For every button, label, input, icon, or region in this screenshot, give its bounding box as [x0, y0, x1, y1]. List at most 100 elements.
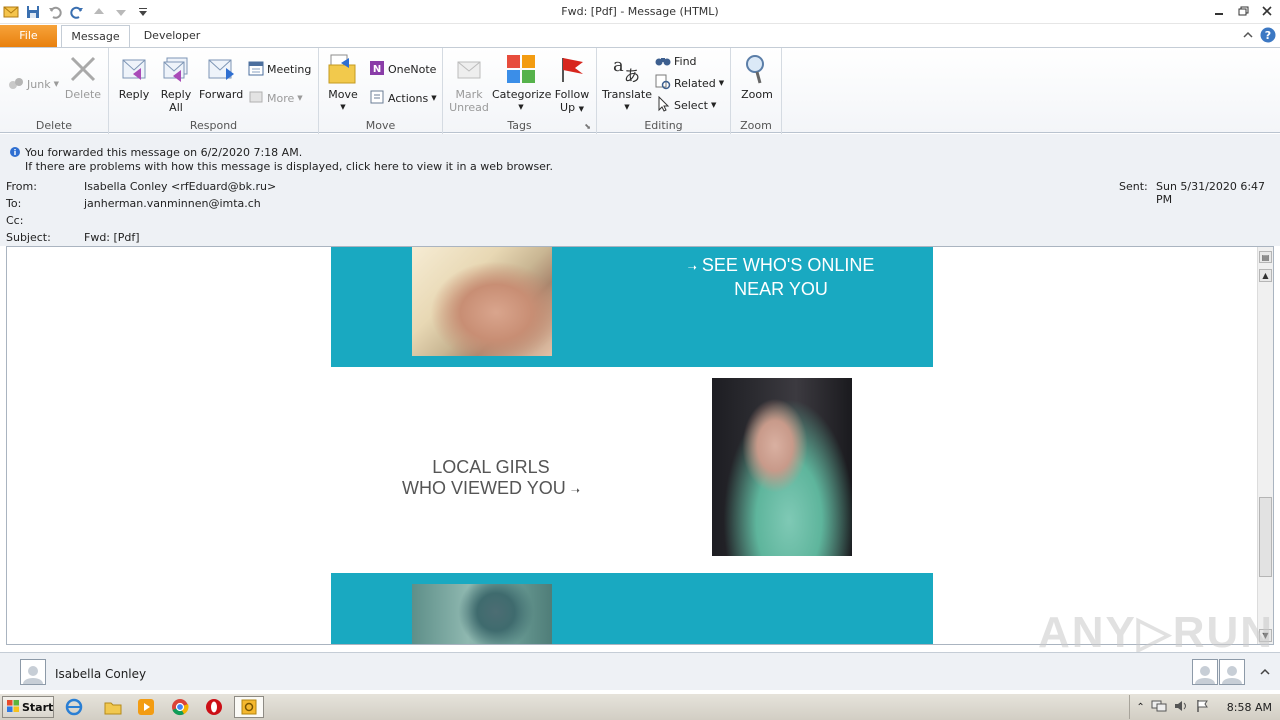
actions-button[interactable]: Actions ▼ — [369, 88, 437, 108]
scroll-thumb[interactable] — [1259, 497, 1272, 577]
group-label-zoom: Zoom — [740, 119, 772, 132]
select-button[interactable]: Select ▼ — [655, 95, 716, 115]
show-hidden-icons-icon[interactable]: ⌃ — [1136, 702, 1144, 713]
find-button[interactable]: Find — [655, 51, 697, 71]
cc-label: Cc: — [6, 214, 24, 227]
group-label-respond: Respond — [189, 119, 238, 132]
follow-up-button[interactable]: Follow Up ▼ — [552, 52, 592, 116]
group-zoom: Zoom Zoom — [731, 48, 782, 134]
mark-unread-button[interactable]: Mark Unread — [449, 52, 489, 114]
clock[interactable]: 8:58 AM — [1227, 701, 1272, 714]
profile-photo[interactable] — [712, 378, 852, 556]
restore-icon[interactable] — [1236, 2, 1250, 20]
delete-label: Delete — [64, 88, 102, 101]
minimize-icon[interactable] — [1212, 2, 1226, 20]
collapse-ribbon-icon[interactable] — [1242, 29, 1254, 44]
group-delete: Junk ▼ Delete Delete — [0, 48, 109, 134]
mark-unread-label-line2: Unread — [449, 101, 489, 114]
related-button[interactable]: Related ▼ — [655, 73, 724, 93]
sent-value: Sun 5/31/2020 6:47 PM — [1156, 180, 1266, 206]
people-pane-name[interactable]: Isabella Conley — [55, 667, 146, 681]
internet-explorer-icon[interactable] — [64, 697, 84, 717]
avatar[interactable] — [1192, 659, 1218, 685]
onenote-button[interactable]: N OneNote — [369, 59, 436, 79]
profile-photo[interactable] — [412, 247, 552, 356]
window-title: Fwd: [Pdf] - Message (HTML) — [561, 5, 719, 18]
group-tags: Mark Unread Categorize ▼ Follow Up ▼ ⬊ T… — [443, 48, 597, 134]
actions-icon — [369, 89, 385, 108]
system-tray: ⌃ 8:58 AM — [1129, 695, 1280, 719]
vertical-scrollbar[interactable]: ▤ ▲ ▼ — [1257, 247, 1273, 644]
scroll-up-arrow-icon[interactable]: ▲ — [1259, 269, 1272, 282]
calendar-icon — [248, 60, 264, 79]
zoom-button[interactable]: Zoom — [737, 52, 777, 101]
cta-online-line1: SEE WHO'S ONLINE — [701, 255, 875, 275]
ribbon: Junk ▼ Delete Delete Reply Reply All For… — [0, 47, 1280, 134]
zoom-label: Zoom — [741, 88, 773, 101]
start-button[interactable]: Start — [2, 696, 54, 718]
see-who-online-link[interactable]: ➝ SEE WHO'S ONLINE NEAR YOU — [686, 255, 876, 300]
volume-icon[interactable] — [1173, 699, 1189, 716]
delete-button[interactable]: Delete — [62, 52, 104, 101]
reply-button[interactable]: Reply — [115, 52, 153, 101]
close-icon[interactable] — [1260, 2, 1274, 20]
to-value[interactable]: janherman.vanminnen@imta.ch — [84, 197, 261, 210]
move-button[interactable]: Move ▼ — [325, 52, 361, 114]
translate-button[interactable]: aあ Translate ▼ — [601, 52, 653, 114]
related-label: Related — [674, 76, 716, 90]
translate-icon: aあ — [611, 52, 643, 86]
tab-developer[interactable]: Developer — [137, 25, 207, 48]
chevron-down-icon: ▼ — [431, 94, 437, 102]
categorize-button[interactable]: Categorize ▼ — [492, 52, 551, 114]
watermark-logo: ANY▷RUN — [1038, 608, 1275, 657]
avatar[interactable] — [1219, 659, 1245, 685]
page-icon[interactable]: ▤ — [1259, 251, 1272, 263]
flag-icon[interactable] — [1195, 699, 1209, 716]
cta-online-line2: NEAR YOU — [734, 279, 828, 299]
cursor-icon — [655, 95, 671, 115]
avatar[interactable] — [20, 659, 46, 685]
delete-x-icon — [67, 52, 99, 86]
tab-file[interactable]: File — [0, 25, 57, 47]
more-label: More — [267, 91, 295, 105]
actions-label: Actions — [388, 91, 429, 105]
ribbon-right-controls: ? — [1242, 27, 1276, 46]
group-label-move: Move — [365, 119, 396, 132]
forwarded-notice: You forwarded this message on 6/2/2020 7… — [25, 146, 303, 159]
profile-photo[interactable] — [412, 584, 552, 644]
ribbon-tabs: File Message Developer ? — [0, 24, 1280, 48]
reply-all-button[interactable]: Reply All — [157, 52, 195, 114]
view-in-browser-notice[interactable]: If there are problems with how this mess… — [25, 160, 553, 173]
title-bar: Fwd: [Pdf] - Message (HTML) — [0, 0, 1280, 24]
chrome-icon[interactable] — [170, 697, 190, 717]
outlook-icon — [241, 699, 257, 718]
email-content: ➝ SEE WHO'S ONLINE NEAR YOU LOCAL GIRLS … — [331, 247, 933, 644]
start-label: Start — [22, 700, 54, 714]
junk-button[interactable]: Junk ▼ — [8, 74, 59, 94]
chevron-down-icon: ▼ — [340, 103, 346, 111]
media-player-icon[interactable] — [136, 697, 156, 717]
local-girls-link[interactable]: LOCAL GIRLS WHO VIEWED YOU ➝ — [386, 457, 596, 502]
svg-text:あ: あ — [624, 66, 640, 85]
arrow-right-icon: ➝ — [570, 485, 580, 497]
promo-band-online: ➝ SEE WHO'S ONLINE NEAR YOU — [331, 247, 933, 367]
reply-all-icon — [160, 52, 192, 86]
info-icon — [10, 147, 20, 160]
message-body: ➝ SEE WHO'S ONLINE NEAR YOU LOCAL GIRLS … — [6, 246, 1274, 645]
more-button[interactable]: More ▼ — [248, 88, 303, 108]
subject-label: Subject: — [6, 231, 51, 244]
magnifier-icon — [741, 52, 773, 86]
forward-button[interactable]: Forward — [199, 52, 243, 101]
opera-icon[interactable] — [204, 697, 224, 717]
expand-pane-icon[interactable] — [1260, 667, 1270, 680]
outlook-taskbar-button[interactable] — [234, 696, 264, 718]
from-value[interactable]: Isabella Conley <rfEduard@bk.ru> — [84, 180, 276, 193]
network-icon[interactable] — [1151, 699, 1167, 716]
help-icon[interactable]: ? — [1260, 27, 1276, 46]
meeting-button[interactable]: Meeting — [248, 59, 311, 79]
tab-message[interactable]: Message — [61, 25, 130, 48]
to-label: To: — [6, 197, 22, 210]
move-label: Move — [328, 88, 358, 101]
file-explorer-icon[interactable] — [103, 697, 123, 717]
svg-text:?: ? — [1265, 29, 1271, 42]
